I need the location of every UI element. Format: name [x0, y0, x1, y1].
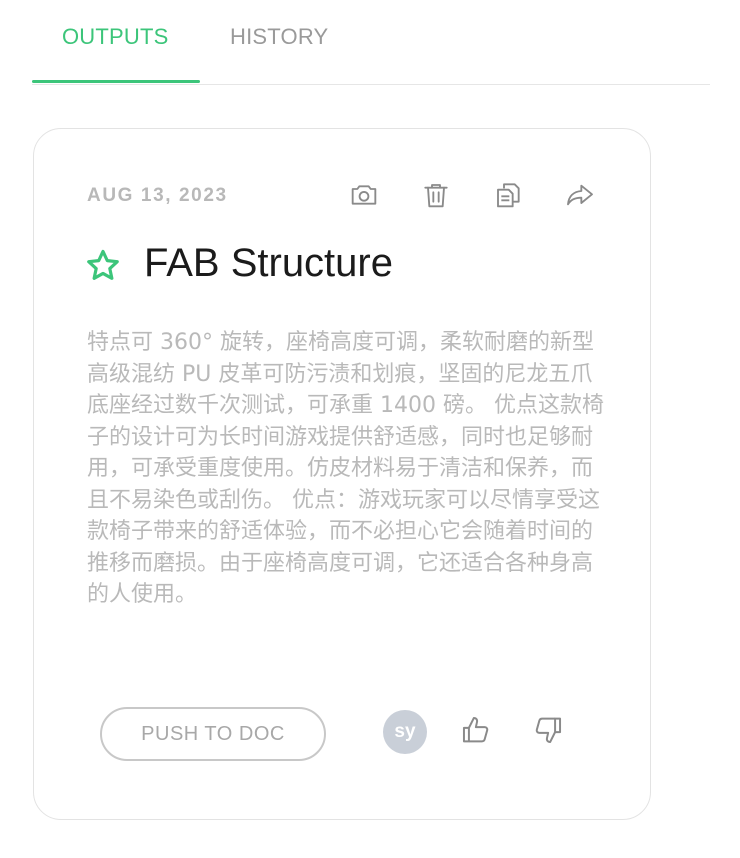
output-title: FAB Structure — [144, 241, 393, 285]
camera-icon — [351, 185, 377, 205]
push-to-doc-button[interactable]: PUSH TO DOC — [100, 707, 326, 761]
tab-bar: OUTPUTS HISTORY — [32, 0, 710, 85]
share-icon — [567, 184, 593, 206]
thumbs-up-icon — [462, 716, 489, 743]
tab-history[interactable]: HISTORY — [230, 24, 328, 50]
copy-icon — [497, 183, 520, 208]
active-tab-indicator — [32, 80, 200, 83]
trash-icon — [424, 184, 448, 208]
share-button[interactable] — [562, 177, 598, 213]
like-button[interactable] — [459, 713, 495, 749]
output-date: AUG 13, 2023 — [87, 185, 228, 206]
output-description: 特点可 360° 旋转，座椅高度可调，柔软耐磨的新型高级混纺 PU 皮革可防污渍… — [87, 330, 604, 607]
screenshot-button[interactable] — [346, 177, 382, 213]
avatar: sy — [383, 710, 427, 754]
output-card: AUG 13, 2023 FAB Structure 特点可 360° 旋转，座… — [33, 128, 651, 820]
copy-button[interactable] — [490, 177, 526, 213]
outputs-panel: OUTPUTS HISTORY AUG 13, 2023 FAB Structu… — [0, 0, 740, 858]
favorite-button[interactable] — [84, 247, 122, 285]
tab-outputs[interactable]: OUTPUTS — [62, 24, 169, 50]
dislike-button[interactable] — [531, 713, 567, 749]
delete-button[interactable] — [418, 177, 454, 213]
star-icon — [87, 249, 119, 280]
thumbs-down-icon — [535, 717, 562, 744]
